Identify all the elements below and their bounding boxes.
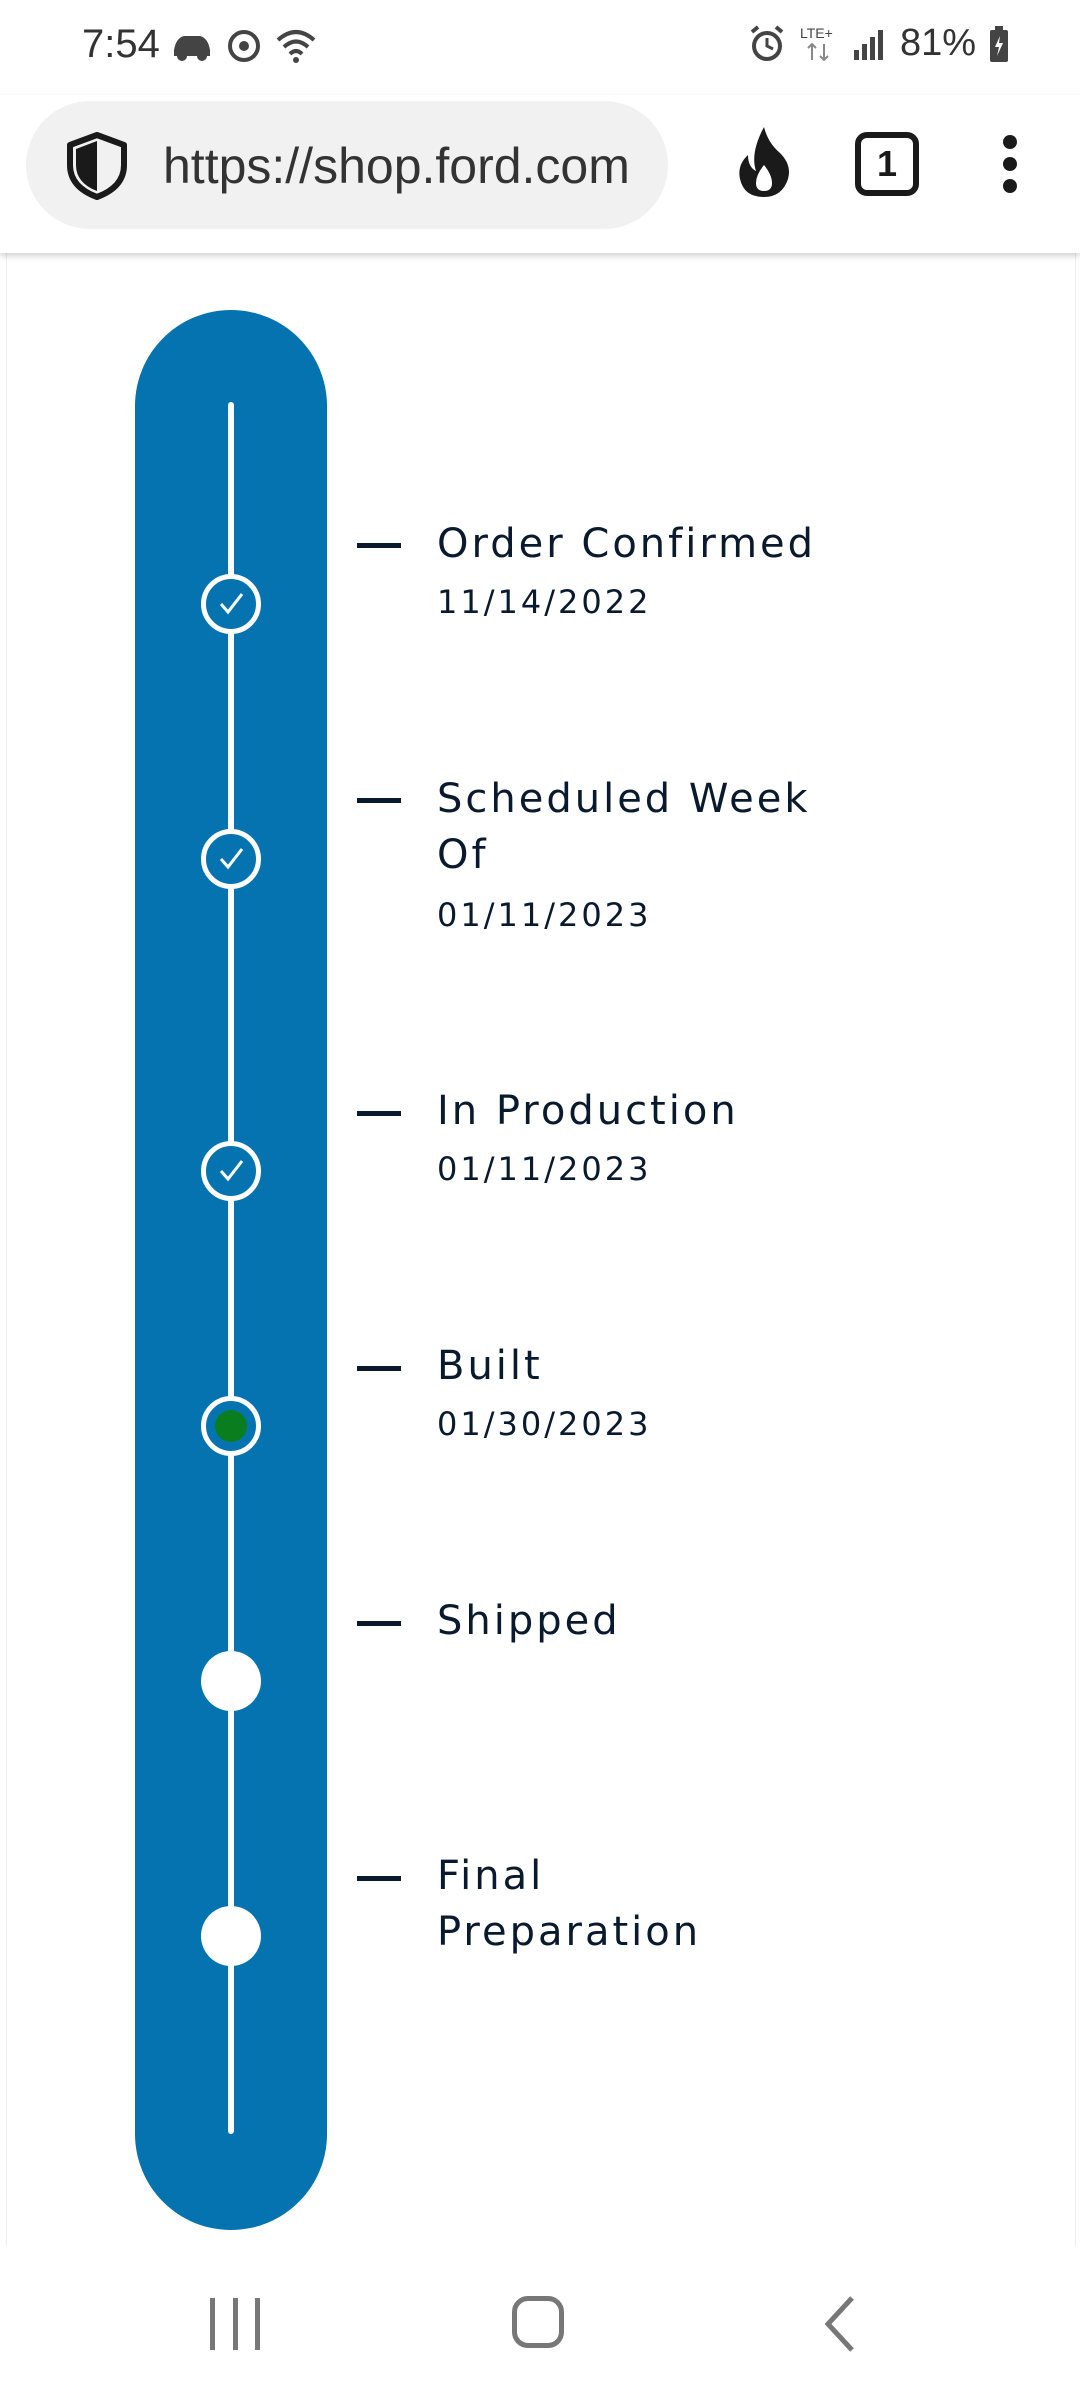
timeline-line bbox=[228, 402, 234, 2134]
tabs-icon[interactable]: 1 bbox=[855, 132, 919, 196]
step-title: Built bbox=[437, 1343, 543, 1389]
status-icons-left bbox=[170, 26, 318, 66]
step-check-icon bbox=[201, 574, 261, 634]
status-time: 7:54 bbox=[82, 22, 160, 66]
step-pending-icon bbox=[201, 1651, 261, 1711]
step-dash bbox=[357, 1876, 401, 1881]
home-icon[interactable] bbox=[512, 2296, 564, 2348]
step-dash bbox=[357, 1621, 401, 1626]
system-nav-bar bbox=[0, 2246, 1080, 2400]
svg-text:LTE+: LTE+ bbox=[800, 25, 833, 41]
status-icons-right: LTE+ 81% bbox=[748, 22, 1010, 65]
step-current-icon bbox=[201, 1396, 261, 1456]
step-title: Scheduled Week Of bbox=[437, 776, 811, 878]
step-pending-icon bbox=[201, 1906, 261, 1966]
browser-toolbar: https://shop.ford.com 1 bbox=[0, 95, 1080, 253]
recents-icon[interactable] bbox=[210, 2298, 260, 2350]
step-title: In Production bbox=[437, 1088, 739, 1134]
url-text[interactable]: https://shop.ford.com bbox=[163, 131, 653, 201]
step-dash bbox=[357, 798, 401, 803]
lte-icon: LTE+ bbox=[800, 25, 833, 61]
step-title: Order Confirmed bbox=[437, 521, 817, 567]
step-date: 11/14/2022 bbox=[437, 583, 652, 621]
step-dash bbox=[357, 543, 401, 548]
step-dash bbox=[357, 1111, 401, 1116]
step-dash bbox=[357, 1366, 401, 1371]
wifi-icon bbox=[276, 30, 316, 63]
current-dot bbox=[215, 1410, 247, 1442]
step-date: 01/30/2023 bbox=[437, 1405, 652, 1443]
step-date: 01/11/2023 bbox=[437, 1150, 652, 1188]
step-check-icon bbox=[201, 829, 261, 889]
battery-percent: 81% bbox=[899, 22, 976, 64]
step-title: Final Preparation bbox=[437, 1853, 702, 1955]
step-title: Shipped bbox=[437, 1598, 621, 1644]
fire-icon[interactable] bbox=[732, 125, 796, 199]
alarm-icon bbox=[750, 24, 784, 61]
car-icon bbox=[174, 36, 210, 61]
step-check-icon bbox=[201, 1141, 261, 1201]
signal-icon bbox=[853, 29, 883, 60]
shield-icon[interactable] bbox=[62, 131, 132, 201]
step-date: 01/11/2023 bbox=[437, 896, 652, 934]
status-bar: 7:54 LTE+ 81% bbox=[0, 0, 1080, 95]
menu-icon[interactable] bbox=[995, 135, 1025, 195]
battery-icon bbox=[990, 25, 1008, 62]
back-icon[interactable] bbox=[820, 2294, 860, 2354]
address-bar[interactable]: https://shop.ford.com bbox=[26, 101, 668, 229]
sync-icon bbox=[228, 30, 260, 62]
